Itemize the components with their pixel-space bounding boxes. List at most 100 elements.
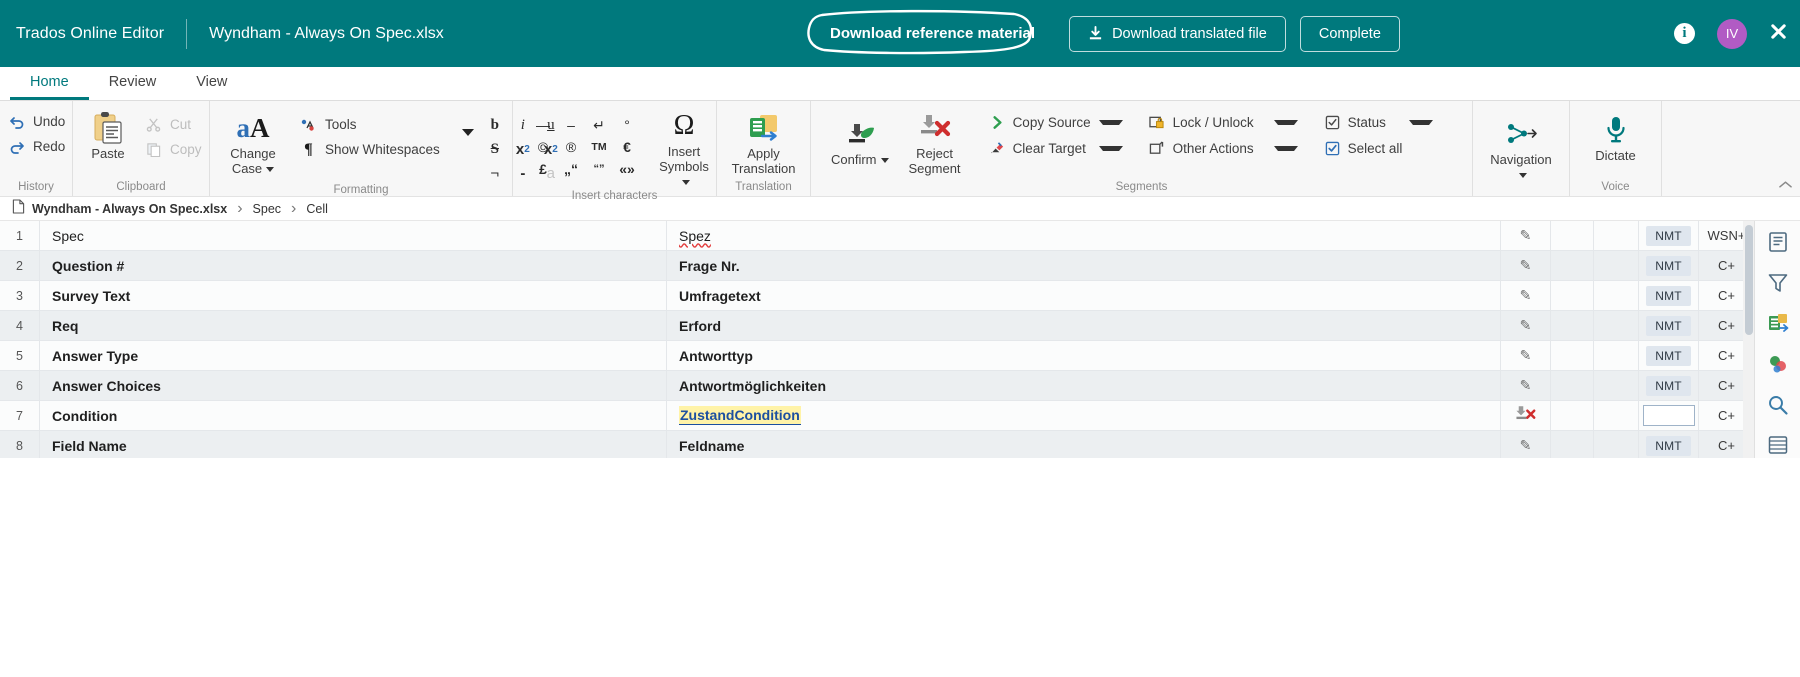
tab-view[interactable]: View [176,67,247,100]
termbase-icon[interactable] [1765,310,1791,336]
target-cell[interactable]: Feldname [667,431,1501,458]
segment-status-cell[interactable]: ✎ [1501,311,1551,340]
dictate-button[interactable]: Dictate [1581,107,1651,164]
breadcrumb-cell[interactable]: Cell [306,202,328,216]
confirm-button[interactable]: Confirm [821,107,899,168]
table-row-active[interactable]: 7 Condition ZustandCondition C+ [0,401,1754,431]
source-cell[interactable]: Question # [40,251,667,280]
en-dash-button[interactable]: – [557,114,585,136]
chevron-down-icon[interactable] [1273,146,1298,151]
clear-target-button[interactable]: Clear Target [989,140,1123,157]
change-case-button[interactable]: aA Change Case [220,107,286,177]
formatting-expand-chevron-icon[interactable] [461,129,474,136]
chevron-down-icon[interactable] [880,158,889,164]
euro-button[interactable]: € [613,136,641,158]
tab-home[interactable]: Home [10,67,89,100]
segment-status-cell[interactable]: ✎ [1501,281,1551,310]
segment-status-cell[interactable]: ✎ [1501,431,1551,458]
source-cell[interactable]: Answer Type [40,341,667,370]
source-cell[interactable]: Answer Choices [40,371,667,400]
segment-status-cell[interactable]: ✎ [1501,221,1551,250]
avatar[interactable]: IV [1717,18,1747,49]
degree-button[interactable]: ° [613,114,641,136]
target-cell[interactable]: Umfragetext [667,281,1501,310]
search-icon[interactable] [1765,392,1791,418]
comments-icon[interactable] [1765,432,1791,458]
copy-source-button[interactable]: Copy Source [989,114,1123,131]
english-quotes-button[interactable]: “” [585,158,613,180]
registered-button[interactable]: ® [557,136,585,158]
guillemets-button[interactable]: «» [613,158,641,180]
pencil-icon[interactable]: ✎ [1520,347,1532,364]
lock-unlock-button[interactable]: Lock / Unlock [1149,114,1298,131]
download-reference-material-button[interactable]: Download reference material [810,16,1055,51]
navigation-button[interactable]: Navigation [1479,107,1563,183]
table-row[interactable]: 3 Survey Text Umfragetext ✎ NMT C+ [0,281,1754,311]
table-row[interactable]: 5 Answer Type Antworttyp ✎ NMT C+ [0,341,1754,371]
target-cell[interactable]: Frage Nr. [667,251,1501,280]
document-panel-icon[interactable] [1765,229,1791,255]
copyright-button[interactable]: © [529,136,557,158]
pound-button[interactable]: £ [529,158,557,180]
target-cell-active[interactable]: ZustandCondition [667,401,1501,430]
chevron-down-icon[interactable] [1273,120,1298,125]
insert-symbols-button[interactable]: Ω InsertInsert SymbolsSymbols [647,107,721,190]
trademark-button[interactable]: TM [585,136,613,158]
segment-status-cell[interactable]: ✎ [1501,341,1551,370]
source-cell[interactable]: Condition [40,401,667,430]
other-actions-button[interactable]: Other Actions [1149,140,1298,157]
breadcrumb-sheet[interactable]: Spec [253,202,282,216]
concordance-icon[interactable] [1765,351,1791,377]
table-row[interactable]: 4 Req Erford ✎ NMT C+ [0,311,1754,341]
download-translated-file-button[interactable]: Download translated file [1069,15,1286,52]
chevron-down-icon[interactable] [1408,120,1433,125]
tab-review[interactable]: Review [89,67,177,100]
redo-button[interactable]: Redo [8,138,65,155]
select-all-button[interactable]: Select all [1324,140,1433,157]
pencil-icon[interactable]: ✎ [1520,227,1532,244]
reject-segment-button[interactable]: Reject Segment [899,107,971,177]
chevron-down-icon[interactable] [1098,120,1123,125]
close-icon[interactable] [1769,22,1788,45]
table-row[interactable]: 1 Spec Spez ✎ NMT WSN+ [0,221,1754,251]
source-cell[interactable]: Req [40,311,667,340]
bold-button[interactable]: b [482,114,508,136]
segment-status-cell[interactable]: ✎ [1501,371,1551,400]
filter-icon[interactable] [1765,270,1791,296]
segment-status-cell[interactable] [1501,401,1551,430]
complete-button[interactable]: Complete [1299,15,1400,52]
scrollbar-thumb[interactable] [1745,225,1753,335]
undo-button[interactable]: Undo [8,113,65,130]
table-row[interactable]: 8 Field Name Feldname ✎ NMT C+ [0,431,1754,458]
tools-button[interactable]: Tools [300,116,440,133]
vertical-scrollbar[interactable] [1743,221,1754,458]
chevron-down-icon[interactable] [266,167,275,172]
target-cell[interactable]: Erford [667,311,1501,340]
collapse-ribbon-icon[interactable] [1779,177,1792,192]
source-cell[interactable]: Spec [40,221,667,250]
chevron-down-icon[interactable] [1098,146,1123,151]
em-dash-button[interactable]: — [529,114,557,136]
pencil-icon[interactable]: ✎ [1520,377,1532,394]
source-cell[interactable]: Survey Text [40,281,667,310]
pencil-icon[interactable]: ✎ [1520,437,1532,454]
show-whitespaces-button[interactable]: ¶ Show Whitespaces [300,141,440,158]
pencil-icon[interactable]: ✎ [1520,287,1532,304]
source-cell[interactable]: Field Name [40,431,667,458]
german-quotes-button[interactable]: „“ [557,158,585,180]
status-button[interactable]: Status [1324,114,1433,131]
table-row[interactable]: 2 Question # Frage Nr. ✎ NMT C+ [0,251,1754,281]
strikethrough-button[interactable]: S [482,138,508,160]
no-format-button[interactable]: ¬ [482,162,508,184]
chevron-down-icon[interactable] [1519,173,1527,178]
paste-button[interactable]: Paste [83,107,133,162]
table-row[interactable]: 6 Answer Choices Antwortmöglichkeiten ✎ … [0,371,1754,401]
target-cell[interactable]: Antwortmöglichkeiten [667,371,1501,400]
pencil-icon[interactable]: ✎ [1520,317,1532,334]
target-cell[interactable]: Spez [667,221,1501,250]
info-icon[interactable]: i [1674,23,1695,44]
line-break-icon[interactable]: ↵ [585,114,613,136]
target-cell[interactable]: Antworttyp [667,341,1501,370]
breadcrumb-file[interactable]: Wyndham - Always On Spec.xlsx [32,202,227,216]
apply-translation-button[interactable]: Apply Translation [724,107,804,177]
